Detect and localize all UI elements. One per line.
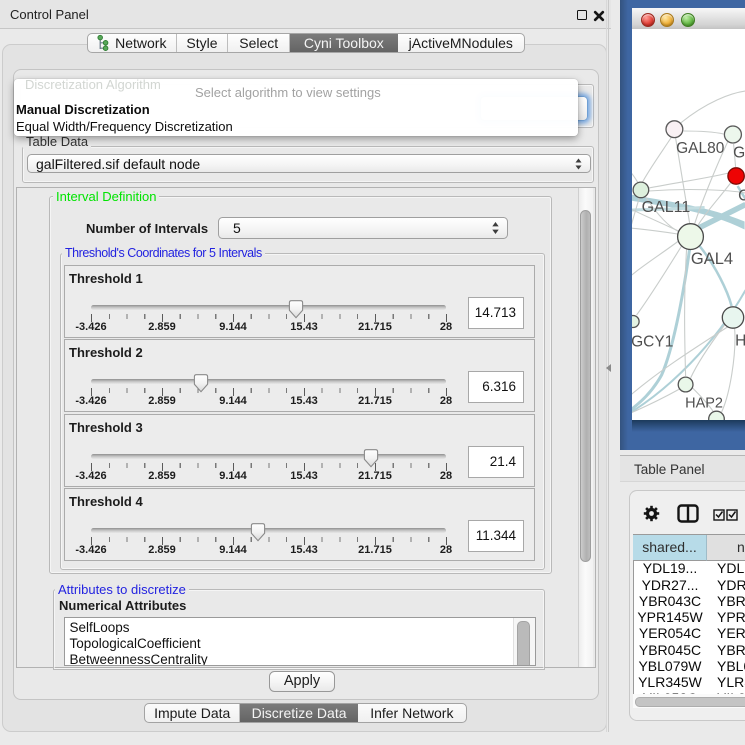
svg-text:C: C [738, 188, 744, 205]
svg-text:GCY1: GCY1 [632, 334, 673, 351]
svg-text:GAL4: GAL4 [691, 250, 733, 268]
svg-text:H: H [735, 333, 744, 350]
svg-text:GA: GA [733, 145, 744, 162]
svg-text:HAP2: HAP2 [685, 396, 723, 412]
svg-text:GAL80: GAL80 [676, 140, 725, 157]
svg-text:GAL11: GAL11 [642, 199, 691, 216]
